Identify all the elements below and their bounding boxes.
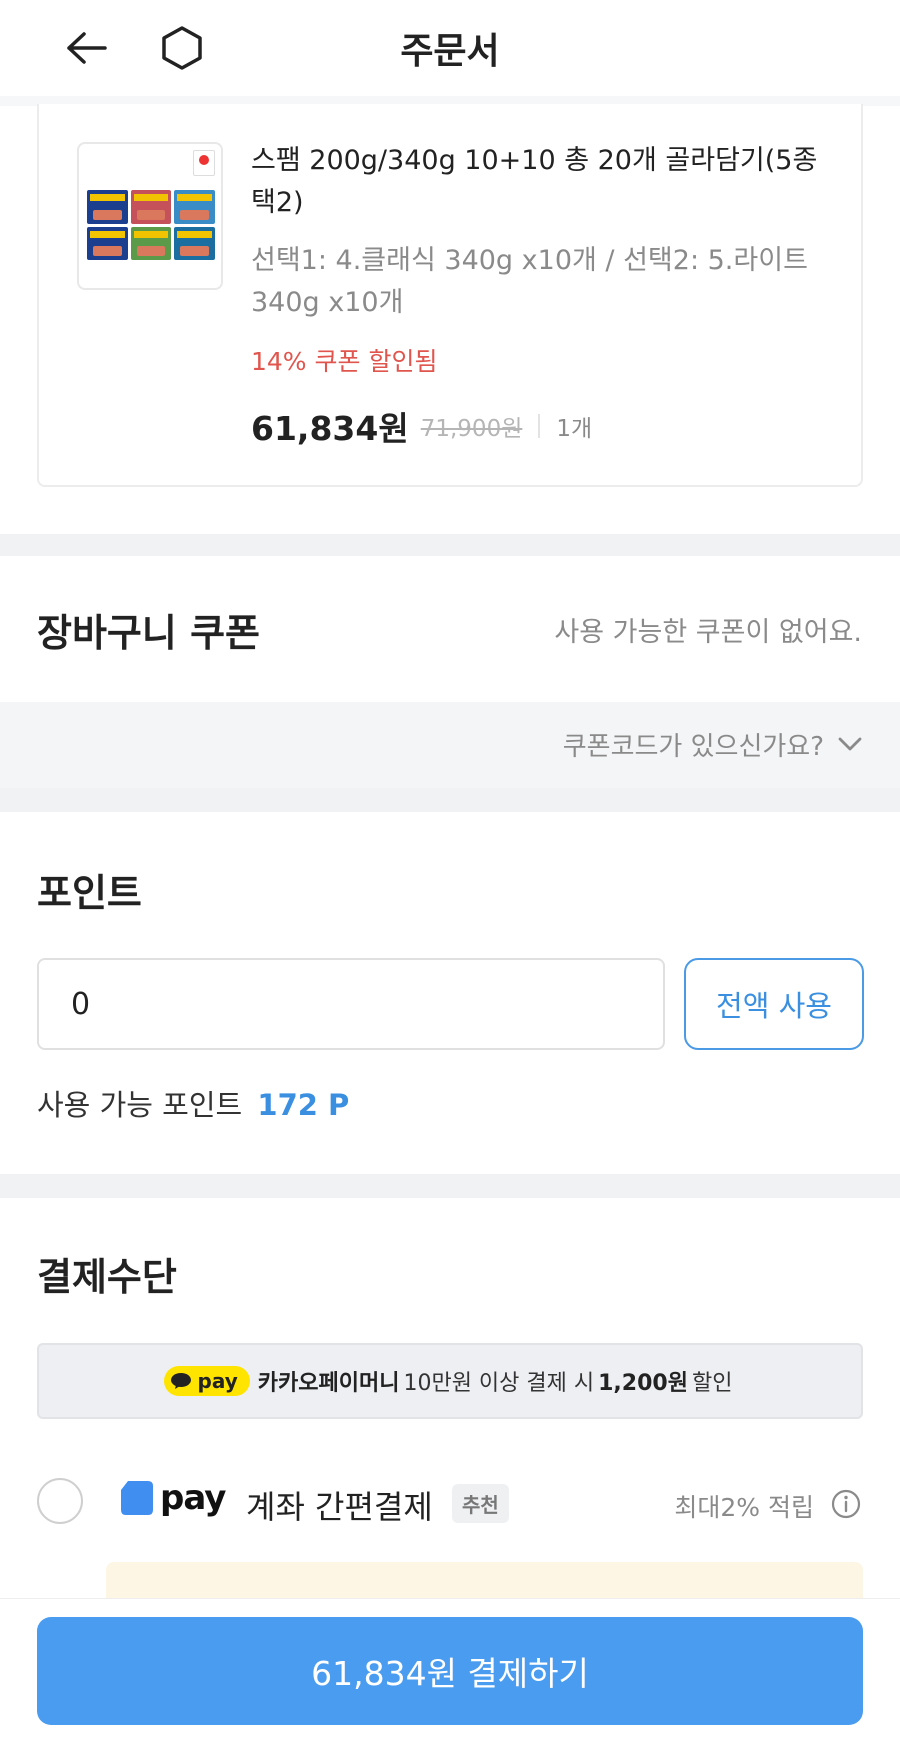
original-price: 71,900원 xyxy=(420,416,523,442)
section-divider xyxy=(0,1174,900,1198)
product-image xyxy=(87,190,215,260)
kakaopay-promo-banner[interactable]: pay 카카오페이머니 10만원 이상 결제 시 1,200원 할인 xyxy=(37,1343,863,1419)
pay-shield-icon xyxy=(121,1481,153,1515)
section-divider xyxy=(0,788,900,812)
points-title: 포인트 xyxy=(37,871,142,915)
available-points-value: 172 P xyxy=(257,1088,350,1122)
coupon-status: 사용 가능한 쿠폰이 없어요. xyxy=(554,617,862,648)
speech-bubble-icon xyxy=(170,1373,191,1389)
divider xyxy=(538,414,541,438)
payment-radio[interactable] xyxy=(37,1478,83,1524)
brand-logo-icon xyxy=(193,150,215,176)
product-option: 선택1: 4.클래식 340g x10개 / 선택2: 5.라이트 340g x… xyxy=(251,245,808,318)
coupon-applied-note: 14% 쿠폰 할인됨 xyxy=(251,347,438,376)
cart-coupon-title: 장바구니 쿠폰 xyxy=(37,611,260,655)
pay-logo: pay xyxy=(118,1478,226,1518)
use-all-points-button[interactable]: 전액 사용 xyxy=(684,958,864,1050)
product-name[interactable]: 스팸 200g/340g 10+10 총 20개 골라담기(5종 택2) xyxy=(251,140,831,224)
coupon-code-toggle[interactable]: 쿠폰코드가 있으신가요? xyxy=(0,702,900,788)
chevron-down-icon xyxy=(838,737,862,751)
available-points: 사용 가능 포인트 172 P xyxy=(37,1082,349,1124)
info-icon[interactable] xyxy=(830,1488,862,1520)
available-points-label: 사용 가능 포인트 xyxy=(37,1088,243,1122)
sale-price: 61,834원 xyxy=(251,409,409,448)
coupon-code-prompt: 쿠폰코드가 있으신가요? xyxy=(562,732,824,762)
recommend-badge: 추천 xyxy=(452,1484,509,1523)
checkout-footer: 61,834원 결제하기 xyxy=(0,1598,900,1754)
quantity: 1개 xyxy=(556,416,593,442)
promo-discount: 1,200원 xyxy=(598,1371,688,1396)
points-input[interactable] xyxy=(37,958,665,1050)
promo-suffix: 할인 xyxy=(691,1371,733,1396)
kakaopay-badge: pay xyxy=(163,1366,250,1396)
payment-option-bank-pay[interactable]: pay 계좌 간편결제 추천 최대2% 적립 xyxy=(0,1470,900,1530)
page-title: 주문서 xyxy=(400,31,500,72)
product-thumbnail[interactable] xyxy=(77,142,223,290)
order-item-card: 스팸 200g/340g 10+10 총 20개 골라담기(5종 택2) 선택1… xyxy=(37,104,863,487)
promo-condition: 10만원 이상 결제 시 xyxy=(403,1371,595,1396)
kakaopay-brand: 카카오페이머니 xyxy=(257,1371,400,1396)
app-header: 주문서 xyxy=(0,0,900,96)
payment-method-label: 계좌 간편결제 xyxy=(246,1488,433,1526)
section-divider xyxy=(0,534,900,556)
payment-method-title: 결제수단 xyxy=(37,1255,177,1299)
pay-button[interactable]: 61,834원 결제하기 xyxy=(37,1617,863,1725)
kakaopay-pill-label: pay xyxy=(197,1369,238,1393)
price-row: 61,834원 71,900원 1개 xyxy=(251,402,592,450)
payment-benefit: 최대2% 적립 xyxy=(674,1493,814,1522)
pay-logo-text: pay xyxy=(160,1478,226,1518)
